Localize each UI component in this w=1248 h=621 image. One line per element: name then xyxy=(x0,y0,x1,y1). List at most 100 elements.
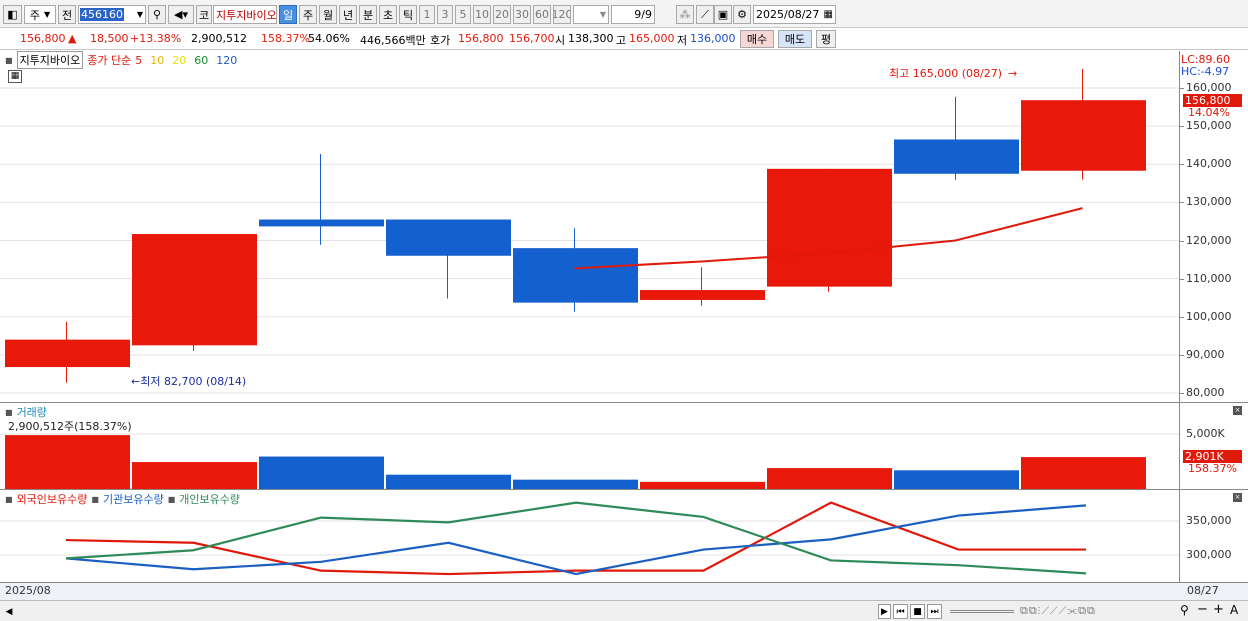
y-tick xyxy=(1179,354,1184,356)
price-change: 18,500 xyxy=(90,32,129,45)
tab-period-year[interactable]: 년 xyxy=(339,5,357,24)
font-size-icon[interactable]: A xyxy=(1230,603,1238,617)
tab-period-second[interactable]: 초 xyxy=(379,5,397,24)
volume-bar xyxy=(259,456,384,489)
low-label: 저 xyxy=(677,34,688,47)
code-value: 456160 xyxy=(80,8,124,21)
interval-1[interactable]: 1 xyxy=(419,5,435,24)
close-panel-icon[interactable]: × xyxy=(1233,493,1242,502)
panel-toggle-icon[interactable]: ■ xyxy=(5,495,13,504)
compare-icon[interactable]: ⁂ xyxy=(676,5,694,24)
interval-20[interactable]: 20 xyxy=(493,5,511,24)
y-tick-label: 90,000 xyxy=(1186,347,1225,361)
drawing-tools-icon[interactable]: ⧉⧉⫶⟋⟋⟋⫘⧉⧉ xyxy=(1020,604,1096,618)
candle-body xyxy=(259,219,384,227)
low-annotation-text: 최저 82,700 (08/14) xyxy=(140,375,247,388)
open-label: 시 xyxy=(555,34,566,47)
ask-price: 156,800 xyxy=(458,32,504,45)
date-field[interactable]: 2025/08/27 ▦ xyxy=(753,5,836,24)
volume-tag-pct: 158.37% xyxy=(1188,462,1237,475)
legend-institution[interactable]: 기관보유수량 xyxy=(103,491,164,507)
y-tick xyxy=(1179,316,1184,318)
price-change-pct: +13.38% xyxy=(130,32,182,45)
bid-price: 156,700 xyxy=(509,32,555,45)
zoom-search-icon[interactable]: ⚲ xyxy=(1180,603,1189,617)
prev-button[interactable]: 전 xyxy=(58,5,76,24)
scrollbar-track[interactable] xyxy=(18,605,876,618)
interval-120[interactable]: 120 xyxy=(553,5,571,24)
stock-name-field[interactable]: 지투지바이오 xyxy=(213,5,277,24)
chevron-down-icon: ▼ xyxy=(136,10,143,19)
panel-toggle-icon[interactable]: ■ xyxy=(91,495,99,504)
chart-canvas[interactable] xyxy=(0,51,1180,599)
kospi-badge[interactable]: 코 xyxy=(196,5,212,24)
volume-bar xyxy=(1021,457,1146,489)
buy-button[interactable]: 매수 xyxy=(740,30,774,48)
y-tick-label: 160,000 xyxy=(1186,81,1232,94)
candle-body xyxy=(132,234,257,346)
zoom-in-icon[interactable]: + xyxy=(1213,602,1224,617)
panel-toggle-icon[interactable]: ■ xyxy=(168,495,176,504)
y-tick-label: 80,000 xyxy=(1186,386,1225,399)
high-annotation: 최고 165,000 (08/27) → xyxy=(889,65,1017,81)
draw-icon[interactable]: ⟋ xyxy=(696,5,714,24)
tab-period-week[interactable]: 주 xyxy=(299,5,317,24)
search-icon[interactable]: ⚲ xyxy=(148,5,166,24)
y-tick-label: 100,000 xyxy=(1186,309,1232,323)
y-tick xyxy=(1179,393,1184,394)
zoom-out-icon[interactable]: − xyxy=(1197,602,1208,617)
interval-10[interactable]: 10 xyxy=(473,5,491,24)
interval-5[interactable]: 5 xyxy=(455,5,471,24)
change-arrow-icon: ▲ xyxy=(68,32,77,45)
page-field[interactable]: 9/9 xyxy=(611,5,655,24)
tab-period-minute[interactable]: 분 xyxy=(359,5,377,24)
holdings-legend: ■ 외국인보유수량 ■ 기관보유수량 ■ 개인보유수량 xyxy=(5,491,240,507)
zoom-slider[interactable] xyxy=(950,610,1014,613)
y-tick-label: 130,000 xyxy=(1186,195,1232,209)
scroll-left-icon[interactable]: ◀ xyxy=(3,604,15,619)
toolbar: ◧ 주 ▼ 전 456160 ▼ ⚲ ◀▾ 코 지투지바이오 일 주 월 년 분 … xyxy=(0,0,1248,28)
y-tick-label: 110,000 xyxy=(1186,271,1232,285)
save-icon[interactable]: ▣ xyxy=(714,5,732,24)
gear-icon[interactable]: ⚙ xyxy=(733,5,751,24)
interval-custom-select[interactable]: ▼ xyxy=(573,5,609,24)
legend-individual[interactable]: 개인보유수량 xyxy=(179,491,240,507)
legend-foreign[interactable]: 외국인보유수량 xyxy=(17,491,88,507)
high-label: 고 xyxy=(616,34,627,47)
chevron-down-icon: ▼ xyxy=(43,10,51,19)
panel-toggle-icon[interactable]: ■ xyxy=(5,408,13,417)
y-tick xyxy=(1179,240,1184,242)
volume-bar xyxy=(894,470,1019,489)
code-input[interactable]: 456160 ▼ xyxy=(78,5,146,24)
period-type-select[interactable]: 주 ▼ xyxy=(24,5,56,24)
y-tick-label: 300,000 xyxy=(1186,548,1232,561)
volume-pct: 158.37% xyxy=(261,32,310,45)
arrow-left-icon: ← xyxy=(131,375,141,388)
rewind-icon[interactable]: ⏮ xyxy=(893,604,908,619)
volume-bar xyxy=(513,479,638,489)
layout-icon[interactable]: ◧ xyxy=(3,5,22,24)
close-panel-icon[interactable]: × xyxy=(1233,406,1242,415)
period-type-value: 주 xyxy=(29,8,40,22)
tab-period-tick[interactable]: 틱 xyxy=(399,5,417,24)
sound-icon[interactable]: ◀▾ xyxy=(168,5,194,24)
stop-icon[interactable]: ■ xyxy=(910,604,925,619)
tab-period-day[interactable]: 일 xyxy=(279,5,297,24)
interval-60[interactable]: 60 xyxy=(533,5,551,24)
low-annotation: ←최저 82,700 (08/14) xyxy=(131,373,246,389)
candle-body xyxy=(767,168,892,287)
quote-label: 호가 xyxy=(430,34,451,47)
high-annotation-text: 최고 165,000 (08/27) xyxy=(889,67,1003,80)
calendar-icon: ▦ xyxy=(823,9,833,20)
sell-button[interactable]: 매도 xyxy=(778,30,812,48)
forward-icon[interactable]: ⏭ xyxy=(927,604,942,619)
tab-period-month[interactable]: 월 xyxy=(319,5,337,24)
quote-infobar: 156,800 ▲ 18,500 +13.38% 2,900,512 158.3… xyxy=(0,28,1248,50)
high-price: 165,000 xyxy=(629,32,675,45)
interval-3[interactable]: 3 xyxy=(437,5,453,24)
interval-30[interactable]: 30 xyxy=(513,5,531,24)
scroll-right-icon[interactable]: ▶ xyxy=(878,604,891,619)
eval-button[interactable]: 평 xyxy=(816,30,836,48)
panel-divider xyxy=(0,402,1248,403)
volume-bar xyxy=(132,462,257,489)
